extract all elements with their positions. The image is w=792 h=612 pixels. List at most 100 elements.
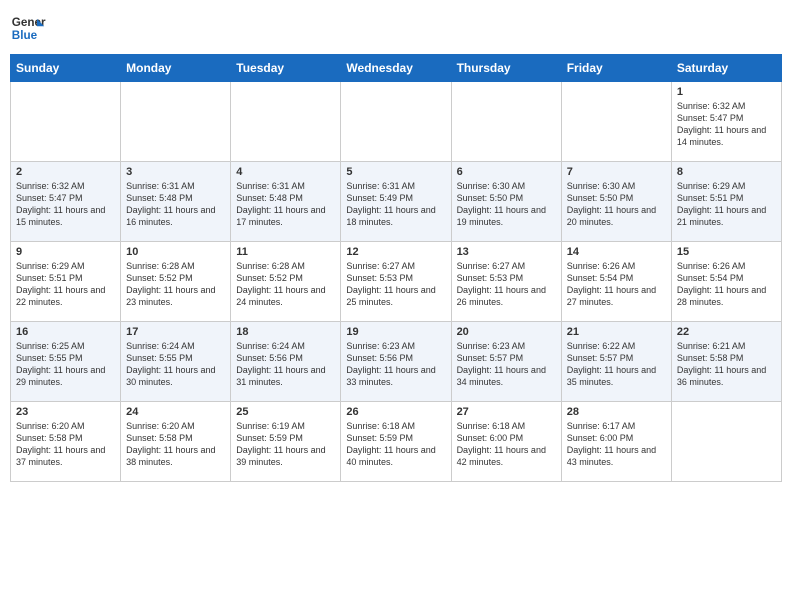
day-info: Sunrise: 6:26 AM Sunset: 5:54 PM Dayligh… [567, 260, 666, 309]
day-number: 12 [346, 246, 445, 258]
day-info: Sunrise: 6:32 AM Sunset: 5:47 PM Dayligh… [16, 180, 115, 229]
day-info: Sunrise: 6:24 AM Sunset: 5:55 PM Dayligh… [126, 340, 225, 389]
calendar-cell: 10 Sunrise: 6:28 AM Sunset: 5:52 PM Dayli… [121, 242, 231, 322]
day-number: 13 [457, 246, 556, 258]
calendar-cell: 20 Sunrise: 6:23 AM Sunset: 5:57 PM Dayli… [451, 322, 561, 402]
day-number: 26 [346, 406, 445, 418]
day-info: Sunrise: 6:30 AM Sunset: 5:50 PM Dayligh… [457, 180, 556, 229]
day-number: 16 [16, 326, 115, 338]
calendar-cell: 11 Sunrise: 6:28 AM Sunset: 5:52 PM Dayli… [231, 242, 341, 322]
day-info: Sunrise: 6:29 AM Sunset: 5:51 PM Dayligh… [677, 180, 776, 229]
day-number: 8 [677, 166, 776, 178]
day-number: 17 [126, 326, 225, 338]
weekday-header-monday: Monday [121, 55, 231, 82]
day-number: 7 [567, 166, 666, 178]
calendar-cell [121, 82, 231, 162]
day-number: 14 [567, 246, 666, 258]
calendar-cell: 28 Sunrise: 6:17 AM Sunset: 6:00 PM Dayli… [561, 402, 671, 482]
calendar-cell [451, 82, 561, 162]
calendar-cell: 15 Sunrise: 6:26 AM Sunset: 5:54 PM Dayli… [671, 242, 781, 322]
day-info: Sunrise: 6:19 AM Sunset: 5:59 PM Dayligh… [236, 420, 335, 469]
header: General Blue [10, 10, 782, 46]
day-info: Sunrise: 6:23 AM Sunset: 5:57 PM Dayligh… [457, 340, 556, 389]
day-info: Sunrise: 6:18 AM Sunset: 6:00 PM Dayligh… [457, 420, 556, 469]
day-info: Sunrise: 6:32 AM Sunset: 5:47 PM Dayligh… [677, 100, 776, 149]
calendar-cell: 7 Sunrise: 6:30 AM Sunset: 5:50 PM Daylig… [561, 162, 671, 242]
weekday-header-saturday: Saturday [671, 55, 781, 82]
calendar-cell: 25 Sunrise: 6:19 AM Sunset: 5:59 PM Dayli… [231, 402, 341, 482]
day-info: Sunrise: 6:20 AM Sunset: 5:58 PM Dayligh… [16, 420, 115, 469]
calendar-cell: 6 Sunrise: 6:30 AM Sunset: 5:50 PM Daylig… [451, 162, 561, 242]
calendar-table: SundayMondayTuesdayWednesdayThursdayFrid… [10, 54, 782, 482]
day-number: 3 [126, 166, 225, 178]
logo-icon: General Blue [10, 10, 46, 46]
day-number: 10 [126, 246, 225, 258]
day-number: 15 [677, 246, 776, 258]
day-number: 6 [457, 166, 556, 178]
calendar-cell: 2 Sunrise: 6:32 AM Sunset: 5:47 PM Daylig… [11, 162, 121, 242]
day-info: Sunrise: 6:31 AM Sunset: 5:49 PM Dayligh… [346, 180, 445, 229]
calendar-cell: 17 Sunrise: 6:24 AM Sunset: 5:55 PM Dayli… [121, 322, 231, 402]
day-info: Sunrise: 6:27 AM Sunset: 5:53 PM Dayligh… [457, 260, 556, 309]
day-number: 19 [346, 326, 445, 338]
calendar-cell: 13 Sunrise: 6:27 AM Sunset: 5:53 PM Dayli… [451, 242, 561, 322]
calendar-cell: 9 Sunrise: 6:29 AM Sunset: 5:51 PM Daylig… [11, 242, 121, 322]
day-number: 1 [677, 86, 776, 98]
calendar-cell: 8 Sunrise: 6:29 AM Sunset: 5:51 PM Daylig… [671, 162, 781, 242]
day-number: 24 [126, 406, 225, 418]
logo: General Blue [10, 10, 46, 46]
calendar-cell [11, 82, 121, 162]
day-number: 2 [16, 166, 115, 178]
day-number: 28 [567, 406, 666, 418]
calendar-cell: 18 Sunrise: 6:24 AM Sunset: 5:56 PM Dayli… [231, 322, 341, 402]
svg-text:Blue: Blue [12, 29, 38, 42]
calendar-cell: 14 Sunrise: 6:26 AM Sunset: 5:54 PM Dayli… [561, 242, 671, 322]
day-info: Sunrise: 6:22 AM Sunset: 5:57 PM Dayligh… [567, 340, 666, 389]
day-number: 18 [236, 326, 335, 338]
day-info: Sunrise: 6:17 AM Sunset: 6:00 PM Dayligh… [567, 420, 666, 469]
day-number: 5 [346, 166, 445, 178]
calendar-cell [671, 402, 781, 482]
day-info: Sunrise: 6:20 AM Sunset: 5:58 PM Dayligh… [126, 420, 225, 469]
calendar-cell: 22 Sunrise: 6:21 AM Sunset: 5:58 PM Dayli… [671, 322, 781, 402]
day-number: 20 [457, 326, 556, 338]
day-info: Sunrise: 6:31 AM Sunset: 5:48 PM Dayligh… [236, 180, 335, 229]
day-number: 21 [567, 326, 666, 338]
calendar-cell: 23 Sunrise: 6:20 AM Sunset: 5:58 PM Dayli… [11, 402, 121, 482]
weekday-header-sunday: Sunday [11, 55, 121, 82]
day-number: 11 [236, 246, 335, 258]
day-info: Sunrise: 6:18 AM Sunset: 5:59 PM Dayligh… [346, 420, 445, 469]
day-info: Sunrise: 6:24 AM Sunset: 5:56 PM Dayligh… [236, 340, 335, 389]
day-number: 23 [16, 406, 115, 418]
calendar-cell: 24 Sunrise: 6:20 AM Sunset: 5:58 PM Dayli… [121, 402, 231, 482]
day-number: 27 [457, 406, 556, 418]
weekday-header-wednesday: Wednesday [341, 55, 451, 82]
weekday-header-tuesday: Tuesday [231, 55, 341, 82]
calendar-cell: 1 Sunrise: 6:32 AM Sunset: 5:47 PM Daylig… [671, 82, 781, 162]
day-info: Sunrise: 6:21 AM Sunset: 5:58 PM Dayligh… [677, 340, 776, 389]
day-info: Sunrise: 6:31 AM Sunset: 5:48 PM Dayligh… [126, 180, 225, 229]
calendar-cell: 4Sunrise: 6:31 AM Sunset: 5:48 PM Daylig… [231, 162, 341, 242]
weekday-header-thursday: Thursday [451, 55, 561, 82]
calendar-cell: 12 Sunrise: 6:27 AM Sunset: 5:53 PM Dayli… [341, 242, 451, 322]
calendar-cell [341, 82, 451, 162]
calendar-cell [561, 82, 671, 162]
day-info: Sunrise: 6:29 AM Sunset: 5:51 PM Dayligh… [16, 260, 115, 309]
day-info: Sunrise: 6:25 AM Sunset: 5:55 PM Dayligh… [16, 340, 115, 389]
calendar-cell: 21 Sunrise: 6:22 AM Sunset: 5:57 PM Dayli… [561, 322, 671, 402]
day-number: 25 [236, 406, 335, 418]
calendar-cell [231, 82, 341, 162]
calendar-cell: 27 Sunrise: 6:18 AM Sunset: 6:00 PM Dayli… [451, 402, 561, 482]
weekday-header-friday: Friday [561, 55, 671, 82]
calendar-cell: 3 Sunrise: 6:31 AM Sunset: 5:48 PM Daylig… [121, 162, 231, 242]
day-info: Sunrise: 6:23 AM Sunset: 5:56 PM Dayligh… [346, 340, 445, 389]
day-info: Sunrise: 6:27 AM Sunset: 5:53 PM Dayligh… [346, 260, 445, 309]
calendar-cell: 5 Sunrise: 6:31 AM Sunset: 5:49 PM Daylig… [341, 162, 451, 242]
day-number: 22 [677, 326, 776, 338]
calendar-cell: 19 Sunrise: 6:23 AM Sunset: 5:56 PM Dayli… [341, 322, 451, 402]
day-info: Sunrise: 6:28 AM Sunset: 5:52 PM Dayligh… [236, 260, 335, 309]
day-info: Sunrise: 6:30 AM Sunset: 5:50 PM Dayligh… [567, 180, 666, 229]
day-info: Sunrise: 6:26 AM Sunset: 5:54 PM Dayligh… [677, 260, 776, 309]
day-info: Sunrise: 6:28 AM Sunset: 5:52 PM Dayligh… [126, 260, 225, 309]
day-number: 9 [16, 246, 115, 258]
